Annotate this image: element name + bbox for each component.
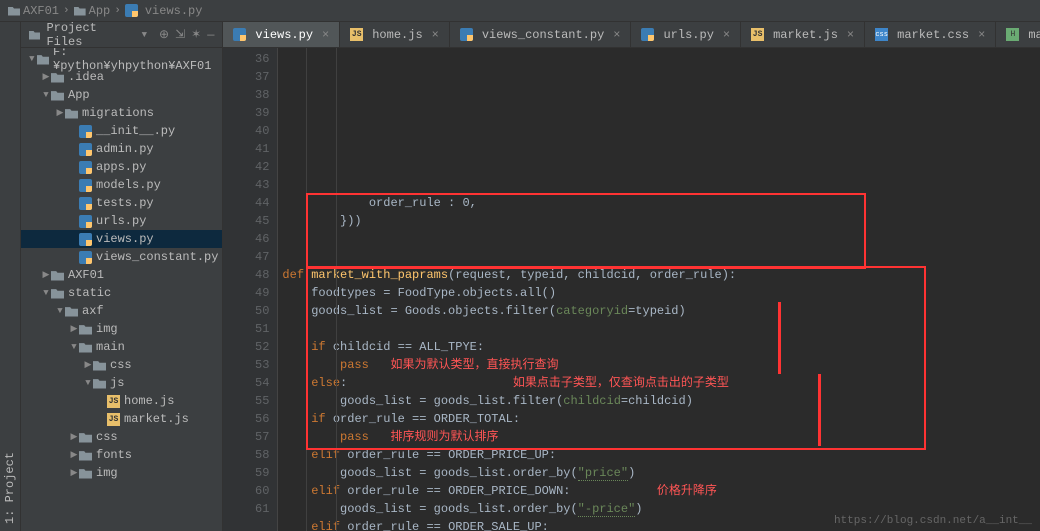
tree-node[interactable]: ▼js [21,374,222,392]
breadcrumb-bar: AXF01› App› views.py [0,0,1040,22]
left-toolbar: 1: Project 7: Struct… [0,22,21,531]
close-tab-icon[interactable]: × [847,28,854,42]
tree-node[interactable]: ▶img [21,464,222,482]
code-text[interactable]: order_rule : 0, }))def market_with_papra… [278,48,1040,531]
editor-tab[interactable]: JSmarket.js× [741,22,865,47]
tree-node[interactable]: views.py [21,230,222,248]
tree-node[interactable]: ▶fonts [21,446,222,464]
editor-tab[interactable]: JShome.js× [340,22,450,47]
project-tool-button[interactable]: 1: Project [0,26,20,527]
tree-node[interactable]: ▶css [21,356,222,374]
watermark: https://blog.csdn.net/a__int__ [834,515,1032,527]
folder-icon [29,30,40,40]
tree-node[interactable]: ▶img [21,320,222,338]
close-tab-icon[interactable]: × [613,28,620,42]
collapse-icon[interactable]: ⇲ [175,27,185,42]
tree-node[interactable]: urls.py [21,212,222,230]
close-tab-icon[interactable]: × [432,28,439,42]
tree-node[interactable]: JShome.js [21,392,222,410]
project-tree-panel: Project Files ▼ ⊕ ⇲ ✶ — ▼F:¥python¥yhpyt… [21,22,223,531]
editor-tab[interactable]: cssmarket.css× [865,22,996,47]
code-editor[interactable]: 3637383940414243444546474849505152535455… [223,48,1040,531]
folder-icon [8,6,20,16]
tree-node[interactable]: admin.py [21,140,222,158]
tree-node[interactable]: JSmarket.js [21,410,222,428]
editor-tabs: views.py×JShome.js×views_constant.py×url… [223,22,1040,48]
close-tab-icon[interactable]: × [978,28,985,42]
tree-node[interactable]: ▶migrations [21,104,222,122]
tree-node[interactable]: ▶css [21,428,222,446]
settings-icon[interactable]: ✶ [191,27,201,42]
autoscroll-icon[interactable]: ⊕ [159,27,169,42]
tree-node[interactable]: ▶AXF01 [21,266,222,284]
editor-area: views.py×JShome.js×views_constant.py×url… [223,22,1040,531]
tree-node[interactable]: tests.py [21,194,222,212]
tree-node[interactable]: ▼F:¥python¥yhpython¥AXF01 [21,50,222,68]
tree-title: Project Files [46,21,135,49]
project-tree[interactable]: ▼F:¥python¥yhpython¥AXF01▶.idea▼App▶migr… [21,48,222,531]
editor-tab[interactable]: Hmarket.html× [996,22,1040,47]
breadcrumb-item[interactable]: App [74,4,111,18]
tree-node[interactable]: views_constant.py [21,248,222,266]
close-tab-icon[interactable]: × [723,28,730,42]
breadcrumb-item[interactable]: views.py [125,4,203,18]
python-file-icon [125,4,138,17]
folder-icon [74,6,86,16]
tree-node[interactable]: ▼main [21,338,222,356]
tree-node[interactable]: apps.py [21,158,222,176]
tree-node[interactable]: models.py [21,176,222,194]
breadcrumb-item[interactable]: AXF01 [8,4,59,18]
tree-node[interactable]: ▼axf [21,302,222,320]
tree-node[interactable]: ▼App [21,86,222,104]
tree-node[interactable]: __init__.py [21,122,222,140]
editor-tab[interactable]: urls.py× [631,22,741,47]
editor-tab[interactable]: views_constant.py× [450,22,632,47]
close-tab-icon[interactable]: × [322,28,329,42]
hide-icon[interactable]: — [207,28,214,42]
tree-node[interactable]: ▼static [21,284,222,302]
editor-tab[interactable]: views.py× [223,22,340,47]
tree-header: Project Files ▼ ⊕ ⇲ ✶ — [21,22,222,48]
gutter: 3637383940414243444546474849505152535455… [223,48,278,531]
